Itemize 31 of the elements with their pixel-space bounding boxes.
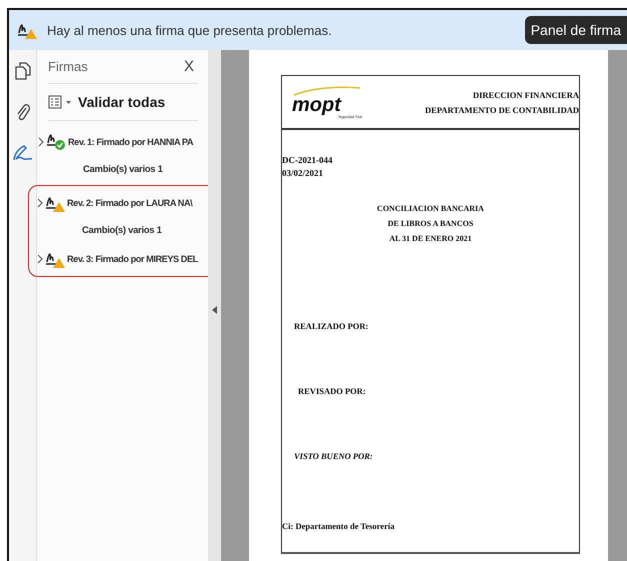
chevron-icon[interactable] [37,254,43,264]
reference-line: 03/02/2021 [282,168,324,178]
signature-field-label: REVISADO POR: [297,386,366,396]
pages-icon[interactable] [14,62,30,80]
collapse-arrow-icon[interactable] [212,306,217,314]
panel-title: Firmas [48,59,88,74]
title-line: CONCILIACION BANCARIA [377,204,484,213]
validate-all-button[interactable]: Validar todas [78,94,166,110]
change-item[interactable]: Cambio(s) varios 1 [37,216,162,246]
copy-to-line: Ci: Departamento de Tesorería [282,521,394,531]
signature-pen-icon[interactable] [12,144,34,162]
signature-field-label: VISTO BUENO POR: [294,451,373,461]
change-item[interactable]: Cambio(s) varios 1 [38,155,163,185]
list-options-icon[interactable] [48,95,72,109]
paperclip-icon[interactable] [16,102,30,122]
signature-item[interactable]: Rev. 2: Firmado por LAURA NA\ [37,190,192,216]
logo-swoosh-icon [292,86,362,96]
header-line: DIRECCION FINANCIERA [472,90,579,100]
close-button[interactable]: X [180,58,198,75]
logo-text: mopt [292,96,342,114]
chevron-icon[interactable] [38,137,44,147]
banner-message: Hay al menos una firma que presenta problemas. [47,22,333,38]
signature-panel-button[interactable]: Panel de firma [524,16,627,44]
signature-item[interactable]: Rev. 1: Firmado por HANNIA PA [38,129,194,155]
title-line: AL 31 DE ENERO 2021 [389,234,472,243]
chevron-icon[interactable] [37,198,43,208]
header-line: DEPARTAMENTO DE CONTABILIDAD [425,104,579,114]
reference-line: DC-2021-044 [282,155,334,165]
signature-field-label: REALIZADO POR: [294,321,368,331]
signature-item[interactable]: Rev. 3: Firmado por MIREYS DEL [37,246,198,272]
title-line: DE LIBROS A BANCOS [388,219,474,228]
